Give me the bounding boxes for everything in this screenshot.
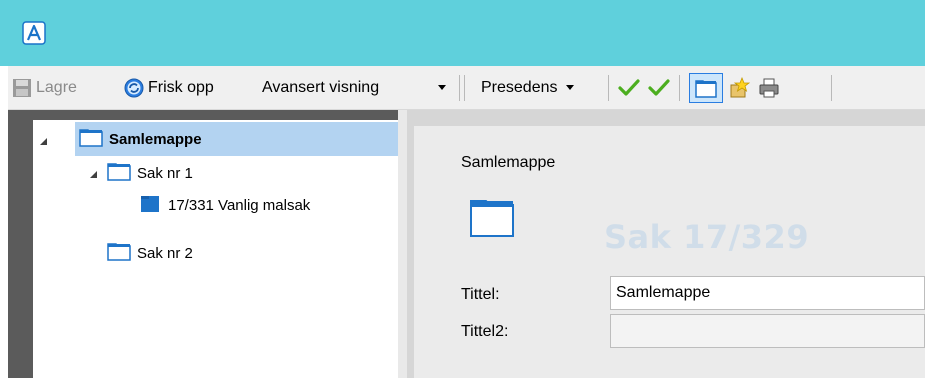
tree-item-label: 17/331 Vanlig malsak	[168, 196, 311, 214]
toolbar-separator	[608, 75, 609, 101]
save-label: Lagre	[36, 79, 77, 96]
field-label-tittel: Tittel:	[461, 286, 500, 303]
toolbar-separator	[459, 75, 460, 101]
app-logo-icon	[22, 21, 46, 45]
print-icon	[758, 77, 780, 99]
chevron-down-icon	[565, 85, 574, 91]
folder-icon	[107, 241, 131, 265]
new-star-icon	[728, 77, 750, 99]
folder-icon	[469, 196, 515, 243]
field-label-tittel2: Tittel2:	[461, 323, 509, 340]
approve-button[interactable]	[618, 75, 640, 101]
tree-pane: Samlemappe Sak nr 1 17/331 Vanlig malsak…	[8, 110, 422, 378]
title-bar	[0, 0, 925, 66]
detail-header-label: Samlemappe	[461, 154, 556, 171]
expand-triangle-icon[interactable]	[89, 167, 99, 178]
checkmark-icon	[648, 78, 670, 98]
expand-triangle-icon[interactable]	[39, 134, 49, 145]
view-mode-select[interactable]: Avansert visning	[262, 75, 454, 101]
case-document-icon	[140, 193, 160, 217]
case-tree: Samlemappe Sak nr 1 17/331 Vanlig malsak…	[33, 120, 422, 378]
tree-item-samlemappe[interactable]: Samlemappe	[79, 124, 202, 154]
chevron-down-icon	[438, 85, 446, 91]
tree-item-label: Sak nr 1	[137, 164, 193, 182]
tittel-field[interactable]: Samlemappe	[610, 276, 925, 310]
approve-all-button[interactable]	[648, 75, 670, 101]
save-icon	[12, 78, 32, 98]
tree-item-label: Samlemappe	[109, 130, 202, 148]
pane-splitter[interactable]	[398, 110, 407, 378]
precedent-label: Presedens	[481, 79, 558, 96]
case-title: Sak 17/329	[604, 218, 810, 256]
tree-item-sak-nr-2[interactable]: Sak nr 2	[107, 238, 193, 268]
refresh-icon	[124, 78, 144, 98]
folder-view-toggle[interactable]	[689, 73, 723, 103]
new-favorite-button[interactable]	[728, 75, 750, 101]
refresh-label: Frisk opp	[148, 79, 214, 96]
precedent-dropdown-button[interactable]: Presedens	[481, 75, 574, 101]
folder-view-icon	[695, 78, 717, 98]
toolbar-separator	[831, 75, 832, 101]
folder-icon	[79, 127, 103, 151]
checkmark-icon	[618, 78, 640, 98]
folder-icon	[107, 161, 131, 185]
detail-panel: Samlemappe Sak 17/329 Tittel: Samlemappe…	[414, 126, 925, 378]
refresh-button[interactable]: Frisk opp	[124, 75, 214, 101]
save-button[interactable]: Lagre	[12, 75, 77, 101]
toolbar-separator	[464, 75, 465, 101]
view-mode-value: Avansert visning	[262, 79, 380, 96]
tree-item-label: Sak nr 2	[137, 244, 193, 262]
detail-pane: Samlemappe Sak 17/329 Tittel: Samlemappe…	[407, 110, 925, 378]
tree-item-sak-nr-1[interactable]: Sak nr 1	[107, 158, 193, 188]
tittel2-field[interactable]	[610, 314, 925, 348]
tree-item-17-331[interactable]: 17/331 Vanlig malsak	[140, 190, 310, 220]
toolbar: Lagre Frisk opp Avansert visning Presede…	[8, 66, 925, 110]
print-button[interactable]	[758, 75, 780, 101]
toolbar-separator	[679, 75, 680, 101]
